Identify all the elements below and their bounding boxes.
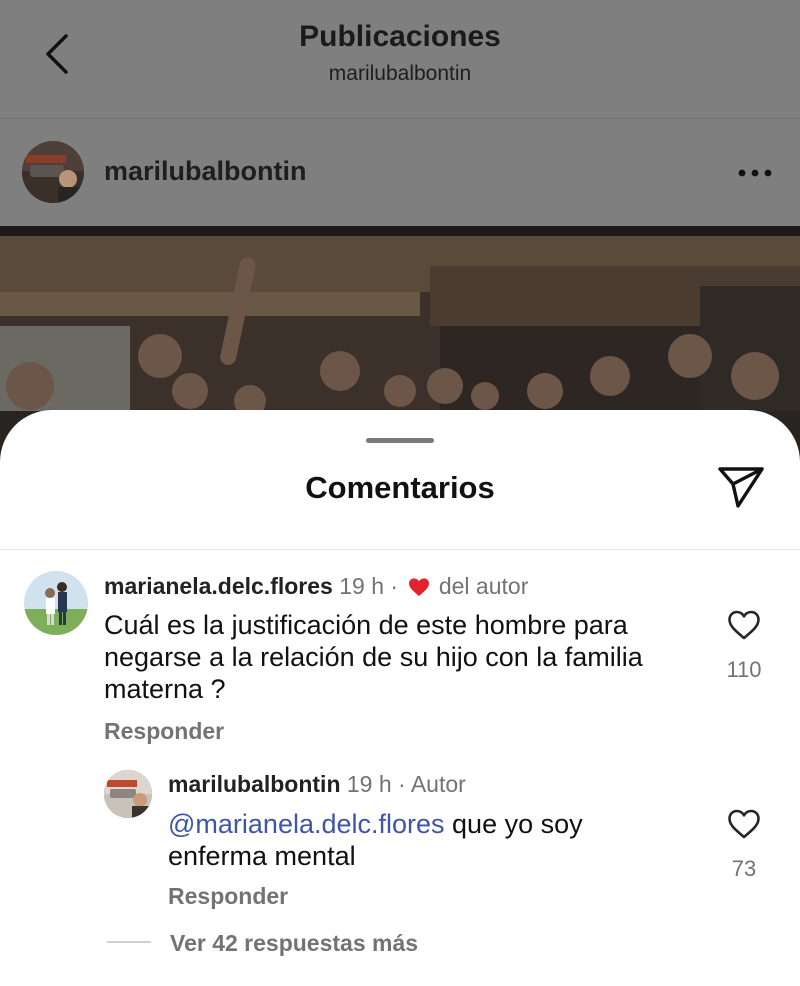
view-more-replies-button[interactable]: Ver 42 respuestas más — [170, 930, 418, 957]
comment-meta: marianela.delc.flores 19 h · del autor — [104, 573, 528, 600]
comment-time: 19 h — [339, 573, 384, 599]
page-title: Publicaciones — [299, 20, 501, 53]
sheet-divider — [0, 549, 800, 550]
author-badge: Autor — [410, 771, 466, 797]
reply-time: 19 h — [346, 771, 392, 797]
reply-button[interactable]: Responder — [104, 718, 224, 745]
liked-by-author-label: del autor — [438, 573, 529, 599]
heart-icon[interactable] — [727, 808, 761, 840]
mention-link[interactable]: @marianela.delc.flores — [168, 809, 445, 839]
comment-username[interactable]: marianela.delc.flores — [104, 573, 333, 599]
like-count: 110 — [726, 657, 762, 682]
like-count: 73 — [731, 856, 757, 881]
send-icon[interactable] — [716, 464, 766, 510]
more-options-icon[interactable] — [738, 169, 772, 177]
comment-text: Cuál es la justificación de este hombre … — [104, 610, 643, 704]
page-subtitle: marilubalbontin — [328, 62, 472, 85]
post-author-row: marilubalbontin — [0, 119, 800, 226]
comments-title: Comentarios — [305, 470, 495, 505]
author-liked-heart-icon — [409, 578, 430, 597]
heart-icon[interactable] — [727, 609, 761, 641]
reply-text: @marianela.delc.flores que yo soy enferm… — [168, 808, 668, 872]
top-header: Publicaciones marilubalbontin — [0, 0, 800, 118]
post-author-name[interactable]: marilubalbontin — [104, 156, 307, 187]
commenter-avatar[interactable] — [24, 571, 88, 635]
meta-separator: · — [398, 771, 406, 797]
drag-handle[interactable] — [366, 438, 434, 443]
reply-button[interactable]: Responder — [168, 883, 288, 910]
meta-separator: · — [390, 573, 399, 599]
reply-username[interactable]: marilubalbontin — [168, 771, 341, 797]
comments-sheet: Comentarios marianela.delc.flores 19 h ·… — [0, 410, 800, 986]
author-avatar[interactable] — [22, 141, 84, 203]
reply-meta: marilubalbontin 19 h · Autor — [168, 771, 466, 798]
reply-avatar[interactable] — [104, 770, 152, 818]
view-more-line — [107, 941, 151, 943]
